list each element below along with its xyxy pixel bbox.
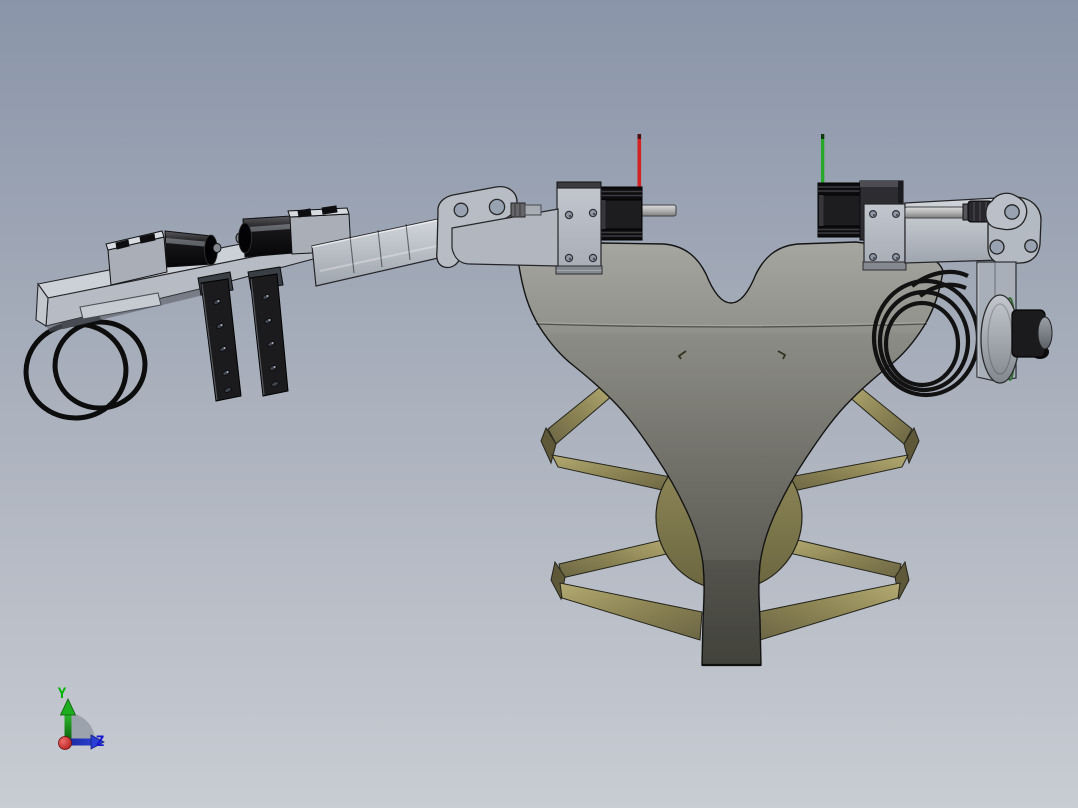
elbow-linkage-right[interactable] bbox=[985, 192, 1042, 265]
mount-flange-right bbox=[862, 261, 907, 271]
y-axis-label: Y bbox=[58, 686, 67, 702]
cad-viewport[interactable]: Y Z bbox=[0, 0, 1078, 808]
green-axis-marker bbox=[821, 139, 825, 187]
z-axis-label: Z bbox=[96, 734, 104, 750]
stepper-shaft-left bbox=[640, 204, 677, 217]
stepper-motor-left bbox=[599, 186, 643, 241]
shaft-coupler-left bbox=[510, 202, 526, 218]
roller-hub-cap bbox=[1037, 316, 1053, 350]
viewport-background bbox=[0, 0, 1078, 808]
z-axis-arrow bbox=[68, 738, 94, 746]
red-axis-marker bbox=[637, 139, 642, 190]
stepper-motor-right bbox=[817, 182, 863, 238]
shaft-right bbox=[904, 206, 972, 219]
x-axis-origin bbox=[58, 736, 72, 750]
